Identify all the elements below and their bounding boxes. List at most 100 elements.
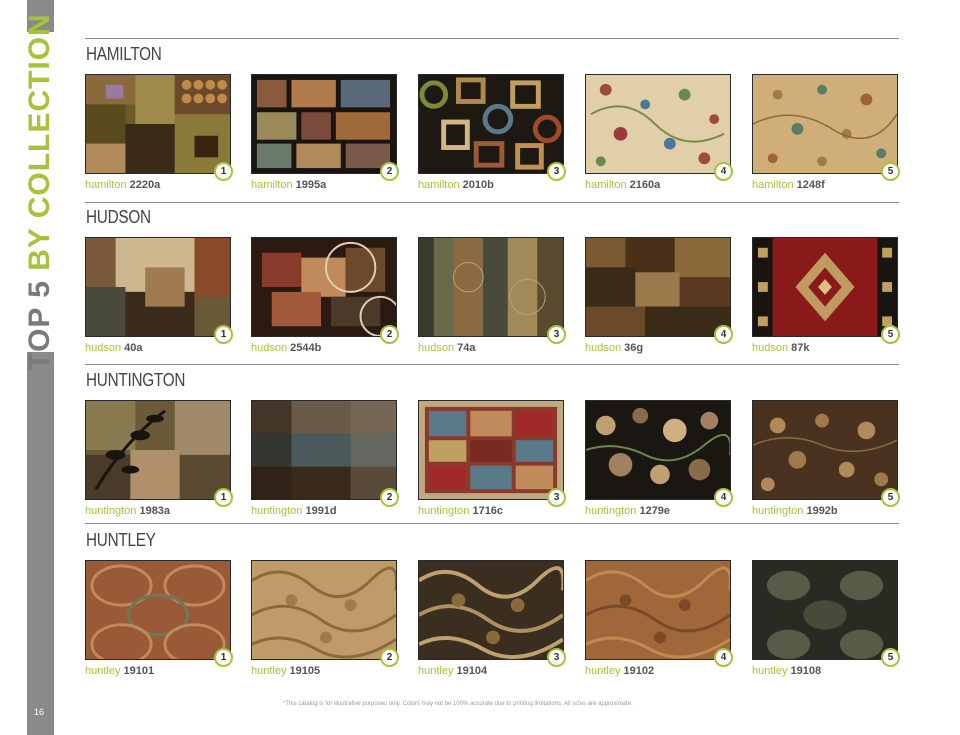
rug-collection: hudson <box>585 342 622 354</box>
section-rule <box>85 202 899 203</box>
rug-code: 1995a <box>295 179 327 191</box>
rug-caption: huntington 1992b <box>752 505 838 517</box>
page-title-part2: BY COLLECTION <box>23 13 56 271</box>
rug-card[interactable]: 1 hamilton 2220a <box>85 74 233 196</box>
rug-collection: hudson <box>251 342 288 354</box>
rank-badge: 1 <box>214 648 233 667</box>
rug-card[interactable]: 3 hudson 74a <box>418 237 566 359</box>
rug-collection: hudson <box>418 342 455 354</box>
rank-badge: 5 <box>881 162 900 181</box>
rug-collection: hamilton <box>585 179 627 191</box>
rug-code: 19102 <box>623 665 655 677</box>
rug-card[interactable]: 1 huntley 19101 <box>85 560 233 682</box>
rug-code: 19108 <box>790 665 822 677</box>
rank-badge: 1 <box>214 325 233 344</box>
rug-code: 19105 <box>289 665 321 677</box>
rug-caption: hamilton 1995a <box>251 179 326 191</box>
rank-badge: 4 <box>714 488 733 507</box>
rug-card[interactable]: 4 huntley 19102 <box>585 560 733 682</box>
rug-collection: hudson <box>752 342 789 354</box>
rug-caption: huntley 19108 <box>752 665 821 677</box>
section-title-huntley: HUNTLEY <box>86 530 156 550</box>
rank-badge: 2 <box>380 162 399 181</box>
rug-image <box>251 400 397 500</box>
rug-caption: hudson 40a <box>85 342 143 354</box>
rank-badge: 3 <box>547 325 566 344</box>
rug-card[interactable]: 2 hudson 2544b <box>251 237 399 359</box>
rug-collection: huntington <box>418 505 470 517</box>
rug-image <box>251 237 397 337</box>
rank-badge: 3 <box>547 162 566 181</box>
section-rule <box>85 523 899 524</box>
rug-collection: huntley <box>418 665 454 677</box>
rank-badge: 4 <box>714 325 733 344</box>
rug-code: 87k <box>791 342 810 354</box>
rug-card[interactable]: 2 hamilton 1995a <box>251 74 399 196</box>
rug-caption: hudson 36g <box>585 342 643 354</box>
rug-caption: huntley 19101 <box>85 665 154 677</box>
rank-badge: 4 <box>714 648 733 667</box>
rug-code: 2160a <box>629 179 661 191</box>
rug-image <box>585 74 731 174</box>
rug-image <box>752 560 898 660</box>
page-title: TOP 5 BY COLLECTION <box>23 13 57 370</box>
rug-caption: hamilton 2160a <box>585 179 660 191</box>
rug-collection: hamilton <box>251 179 293 191</box>
rug-card[interactable]: 5 hamilton 1248f <box>752 74 900 196</box>
rug-collection: hamilton <box>418 179 460 191</box>
rug-card[interactable]: 5 huntington 1992b <box>752 400 900 522</box>
rug-card[interactable]: 3 hamilton 2010b <box>418 74 566 196</box>
rank-badge: 4 <box>714 162 733 181</box>
rug-image <box>251 74 397 174</box>
rug-collection: hamilton <box>85 179 127 191</box>
section-rule <box>85 364 899 365</box>
rug-card[interactable]: 5 huntley 19108 <box>752 560 900 682</box>
section-rule <box>85 38 899 39</box>
rug-image <box>585 237 731 337</box>
rug-card[interactable]: 4 hudson 36g <box>585 237 733 359</box>
rug-caption: huntley 19105 <box>251 665 320 677</box>
rank-badge: 3 <box>547 488 566 507</box>
rug-code: 1992b <box>806 505 838 517</box>
rug-code: 40a <box>124 342 143 354</box>
rug-image <box>585 400 731 500</box>
rank-badge: 5 <box>881 488 900 507</box>
rug-image <box>418 400 564 500</box>
rug-card[interactable]: 2 huntley 19105 <box>251 560 399 682</box>
rank-badge: 1 <box>214 488 233 507</box>
rug-card[interactable]: 3 huntington 1716c <box>418 400 566 522</box>
rug-code: 2544b <box>290 342 322 354</box>
rug-card[interactable]: 2 huntington 1991d <box>251 400 399 522</box>
rug-collection: huntley <box>251 665 287 677</box>
rug-code: 2010b <box>462 179 494 191</box>
rug-card[interactable]: 4 huntington 1279e <box>585 400 733 522</box>
rug-caption: huntington 1279e <box>585 505 670 517</box>
rug-caption: hudson 2544b <box>251 342 321 354</box>
section-title-hudson: HUDSON <box>86 207 151 227</box>
rug-code: 19101 <box>123 665 155 677</box>
rank-badge: 2 <box>380 488 399 507</box>
rug-code: 1279e <box>639 505 671 517</box>
rug-caption: huntington 1716c <box>418 505 503 517</box>
rug-image <box>585 560 731 660</box>
rug-code: 2220a <box>129 179 161 191</box>
rug-collection: huntley <box>585 665 621 677</box>
rug-card[interactable]: 3 huntley 19104 <box>418 560 566 682</box>
rug-code: 74a <box>457 342 476 354</box>
rug-image <box>752 400 898 500</box>
rug-image <box>85 74 231 174</box>
rug-card[interactable]: 1 huntington 1983a <box>85 400 233 522</box>
rug-code: 1248f <box>796 179 825 191</box>
rank-badge: 2 <box>380 325 399 344</box>
rug-card[interactable]: 1 hudson 40a <box>85 237 233 359</box>
rug-collection: hamilton <box>752 179 794 191</box>
rank-badge: 1 <box>214 162 233 181</box>
rug-card[interactable]: 5 hudson 87k <box>752 237 900 359</box>
section-title-hamilton: HAMILTON <box>86 44 162 64</box>
rug-card[interactable]: 4 hamilton 2160a <box>585 74 733 196</box>
rug-collection: huntley <box>752 665 788 677</box>
section-title-huntington: HUNTINGTON <box>86 370 186 390</box>
rug-collection: huntington <box>752 505 804 517</box>
rug-image <box>85 237 231 337</box>
rank-badge: 5 <box>881 325 900 344</box>
